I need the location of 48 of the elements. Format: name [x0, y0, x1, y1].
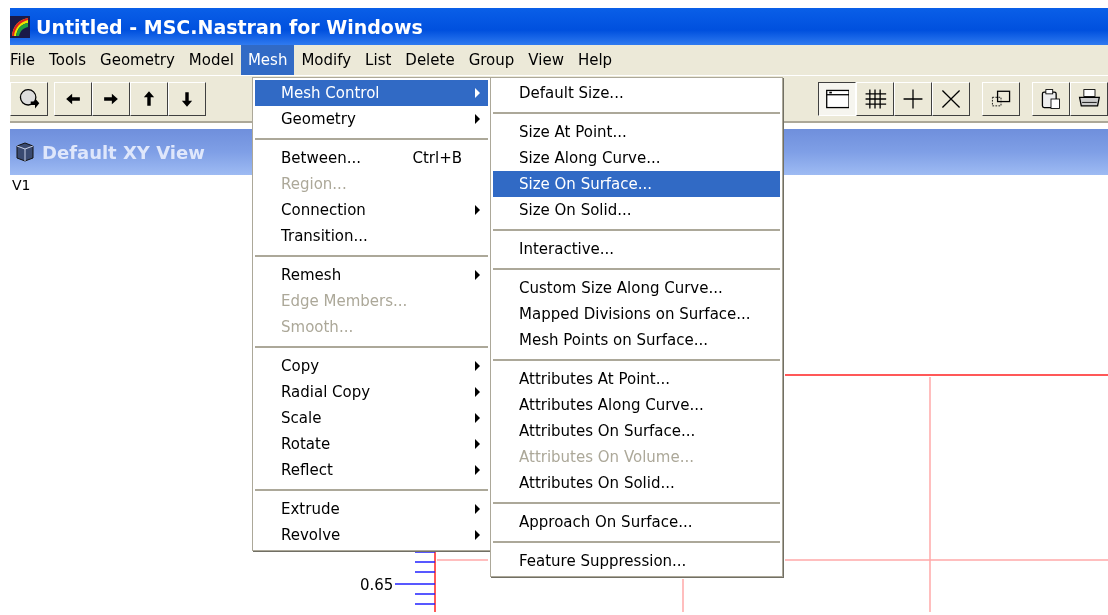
- menu-item[interactable]: Attributes At Point...: [493, 366, 780, 392]
- menu-bar-item[interactable]: Model: [181, 45, 241, 75]
- menu-bar-item[interactable]: Tools: [42, 45, 94, 75]
- menu-item[interactable]: Size On Surface...: [493, 171, 780, 197]
- menu-bar-item[interactable]: List: [358, 45, 399, 75]
- cube-icon: [14, 141, 36, 163]
- toolbar-button[interactable]: [818, 81, 856, 116]
- window-title: Untitled - MSC.Nastran for Windows: [36, 15, 423, 38]
- menu-bar-item[interactable]: Modify: [294, 45, 359, 75]
- menu-item[interactable]: Remesh: [255, 262, 488, 288]
- menu-item[interactable]: Custom Size Along Curve...: [493, 275, 780, 301]
- menu-item[interactable]: Revolve: [255, 522, 488, 548]
- menu-item[interactable]: Attributes On Surface...: [493, 418, 780, 444]
- menu-bar-item[interactable]: Mesh: [240, 45, 295, 75]
- mesh-line: [436, 559, 489, 561]
- menu-bar-item[interactable]: Help: [570, 45, 620, 75]
- menu-item[interactable]: Copy: [255, 353, 488, 379]
- menu-item[interactable]: Interactive...: [493, 236, 780, 262]
- menu-item[interactable]: Between... Ctrl+B: [255, 145, 488, 171]
- menu-item[interactable]: Geometry: [255, 106, 488, 132]
- menu-item[interactable]: Scale: [255, 405, 488, 431]
- menu-item[interactable]: Reflect: [255, 457, 488, 483]
- app-logo-icon: [10, 15, 30, 38]
- menu-bar-item[interactable]: Group: [461, 45, 522, 75]
- menu-bar-item[interactable]: File: [10, 45, 43, 75]
- menu-item[interactable]: Attributes Along Curve...: [493, 392, 780, 418]
- menu-item[interactable]: Extrude: [255, 496, 488, 522]
- menu-item[interactable]: Mapped Divisions on Surface...: [493, 301, 780, 327]
- view-title: Default XY View: [42, 141, 205, 163]
- menu-bar-item[interactable]: Geometry: [93, 45, 182, 75]
- menu-bar-item[interactable]: Delete: [398, 45, 462, 75]
- menu-item[interactable]: Mesh Control: [255, 80, 488, 106]
- viewport-label: V1: [12, 177, 31, 193]
- menu-item[interactable]: Size At Point...: [493, 119, 780, 145]
- menu-item[interactable]: Attributes On Solid...: [493, 470, 780, 496]
- mesh-line: [682, 578, 684, 612]
- menu-item[interactable]: Approach On Surface...: [493, 509, 780, 535]
- menu-item[interactable]: Radial Copy: [255, 379, 488, 405]
- menu-item[interactable]: Connection: [255, 197, 488, 223]
- menu-item[interactable]: Size Along Curve...: [493, 145, 780, 171]
- menu-item[interactable]: Size On Solid...: [493, 197, 780, 223]
- menu-item[interactable]: Rotate: [255, 431, 488, 457]
- menu-bar-item[interactable]: View: [521, 45, 571, 75]
- menu-item[interactable]: Default Size...: [493, 80, 780, 106]
- menu-item[interactable]: Mesh Points on Surface...: [493, 327, 780, 353]
- axis-label: 0.65: [360, 576, 394, 594]
- menu-item[interactable]: Feature Suppression...: [493, 548, 780, 574]
- menu-item[interactable]: Transition...: [255, 223, 488, 249]
